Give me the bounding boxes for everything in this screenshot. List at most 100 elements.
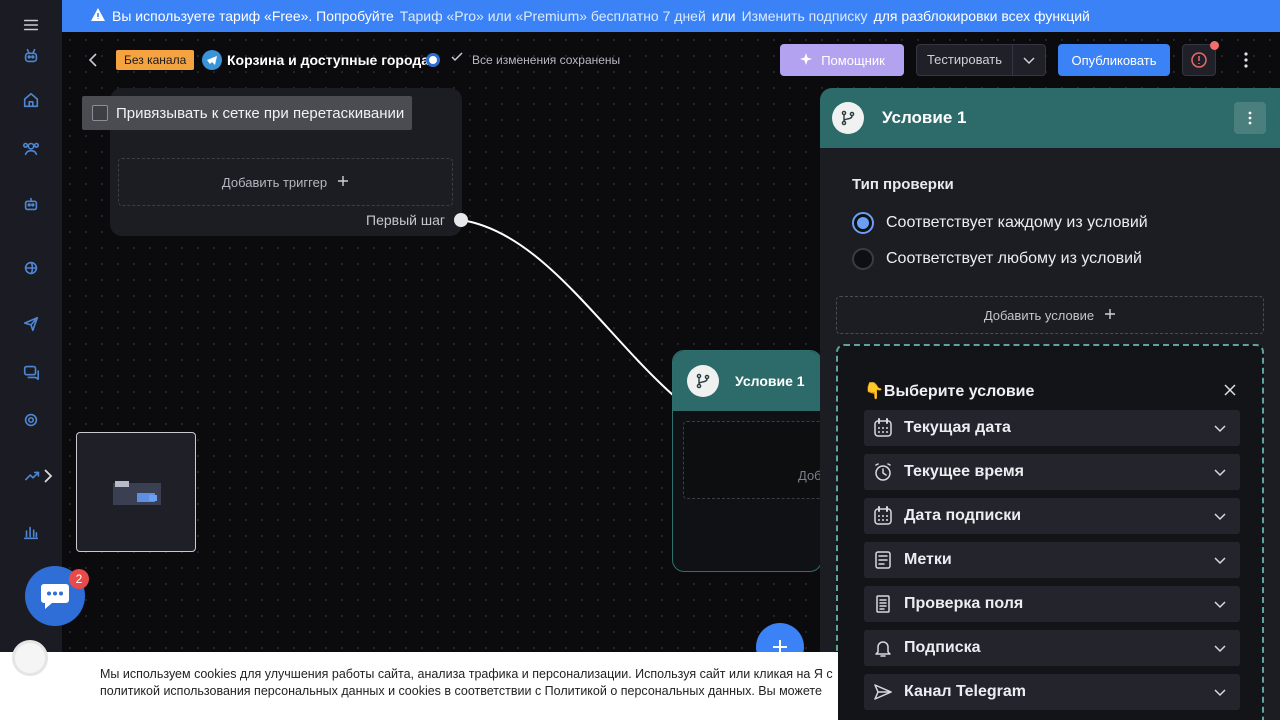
add-trigger-label: Добавить триггер [221,174,328,190]
option-label: Дата подписки [904,507,1022,524]
calendar-icon [872,417,894,439]
avatar[interactable] [12,640,48,676]
option-current-time[interactable]: Текущее время [864,454,1240,490]
output-port[interactable] [454,213,468,227]
bot-icon[interactable] [20,193,42,215]
bar-chart-icon[interactable] [20,521,42,543]
status-dot [426,53,440,67]
radio-all-label: Соответствует каждому из условий [886,214,1148,231]
plan-banner: Вы используете тариф «Free». Попробуйте … [62,0,1280,32]
plus-icon [337,175,349,190]
condition-node-header[interactable]: Условие 1 [673,351,821,411]
option-field-check[interactable]: Проверка поля [864,586,1240,622]
telegram-icon [202,50,222,70]
more-vertical-icon[interactable] [1236,50,1256,70]
branch-icon [832,102,864,134]
option-label: Метки [904,551,952,568]
radio-match-any[interactable]: Соответствует любому из условий [852,248,1142,270]
saved-text: Все изменения сохранены [472,53,621,67]
tags-icon [872,549,894,571]
test-button[interactable]: Тестировать [917,45,1013,75]
check-icon [450,50,464,70]
chevron-right-icon[interactable] [42,468,54,484]
radio-all-control[interactable] [852,212,874,234]
top-bar: Без канала Корзина и доступные города Вс… [62,32,1280,88]
panel-more-icon[interactable] [1234,102,1266,134]
banner-text-1: Вы используете тариф «Free». Попробуйте [112,8,394,24]
option-label: Подписка [904,639,981,656]
snap-to-grid-toggle[interactable]: Привязывать к сетке при перетаскивании [82,96,412,130]
chevron-down-icon [1212,508,1228,524]
condition-settings-panel: Условие 1 Тип проверки Соответствует каж… [820,88,1280,720]
document-icon [872,593,894,615]
snap-label: Привязывать к сетке при перетаскивании [116,104,405,122]
chevron-down-icon [1212,552,1228,568]
broadcast-icon[interactable] [20,257,42,279]
banner-text-3: для разблокировки всех функций [873,8,1090,24]
support-chat-button[interactable]: 2 [25,566,89,626]
banner-change-plan-link[interactable]: Изменить подписку [742,8,868,24]
condition-node-title: Условие 1 [735,373,805,389]
alerts-badge [1210,41,1219,50]
radio-any-control[interactable] [852,248,874,270]
radio-any-label: Соответствует любому из условий [886,250,1142,267]
cookie-banner: Мы используем cookies для улучшения рабо… [0,652,838,720]
chat-bubble-icon [41,584,69,609]
condition-node[interactable]: Условие 1 Доб [672,350,822,572]
chevron-down-icon [1212,464,1228,480]
chevron-down-icon [1212,420,1228,436]
home-icon[interactable] [20,89,42,111]
cookie-text-line-2: политикой использования персональных дан… [100,684,822,698]
support-icon[interactable] [20,409,42,431]
calendar-icon [872,505,894,527]
test-dropdown-chevron-icon[interactable] [1013,53,1045,67]
condition-node-add-label: Доб [798,468,822,483]
chooser-title: 👇Выберите условие [864,383,1035,400]
close-icon[interactable] [1222,382,1238,398]
users-icon[interactable] [20,137,42,159]
analytics-trend-icon[interactable] [22,465,44,487]
minimap[interactable] [76,432,196,552]
banner-trial-link[interactable]: Тариф «Pro» или «Premium» бесплатно 7 дн… [400,8,706,24]
condition-chooser: 👇Выберите условие Текущая дата Текущее в… [836,344,1264,720]
bot-title[interactable]: Корзина и доступные города [227,50,429,70]
bot-logo-icon[interactable] [20,45,42,67]
chevron-down-icon [1212,596,1228,612]
option-label: Текущая дата [904,419,1011,436]
alerts-button[interactable] [1182,41,1219,76]
option-subscription-date[interactable]: Дата подписки [864,498,1240,534]
radio-match-all[interactable]: Соответствует каждому из условий [852,212,1148,234]
clock-icon [872,461,894,483]
assistant-button[interactable]: Помощник [780,44,904,76]
menu-icon[interactable] [20,14,42,36]
snap-checkbox[interactable] [92,105,108,121]
chevron-down-icon [1212,640,1228,656]
bell-icon [872,637,894,659]
assistant-label: Помощник [821,52,885,68]
send-icon [872,681,894,703]
condition-node-drop-zone[interactable]: Доб [683,421,822,499]
option-subscription[interactable]: Подписка [864,630,1240,666]
publish-button[interactable]: Опубликовать [1058,44,1170,76]
cookie-text-line-1: Мы используем cookies для улучшения рабо… [100,667,833,681]
chat-icon[interactable] [20,361,42,383]
back-arrow-icon[interactable] [84,50,104,70]
test-button-group: Тестировать [916,44,1046,76]
panel-title[interactable]: Условие 1 [882,108,966,128]
option-current-date[interactable]: Текущая дата [864,410,1240,446]
alert-icon [1191,52,1207,68]
option-telegram-channel[interactable]: Канал Telegram [864,674,1240,710]
chat-unread-badge: 2 [69,569,89,589]
add-condition-button[interactable]: Добавить условие [836,296,1264,334]
chevron-down-icon [1212,684,1228,700]
option-tags[interactable]: Метки [864,542,1240,578]
branch-icon [687,365,719,397]
panel-header: Условие 1 [820,88,1280,148]
option-label: Канал Telegram [904,683,1026,700]
add-condition-label: Добавить условие [983,307,1095,323]
banner-text-2: или [711,8,736,24]
info-icon [90,7,106,26]
sparkle-icon [799,52,813,69]
send-icon[interactable] [20,313,42,335]
add-trigger-button[interactable]: Добавить триггер [118,158,453,206]
